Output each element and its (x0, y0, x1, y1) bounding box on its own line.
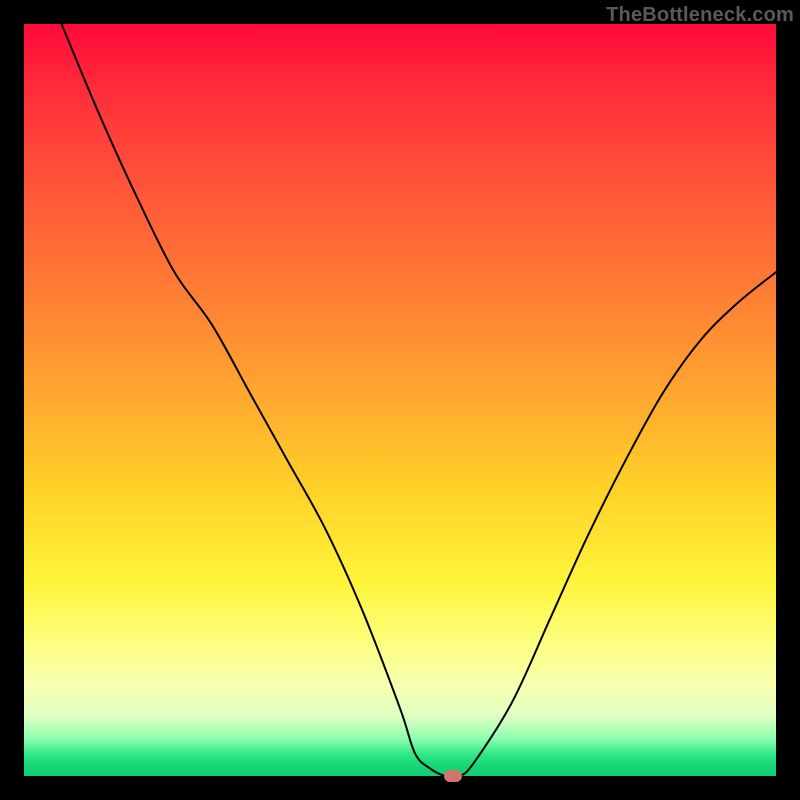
watermark-text: TheBottleneck.com (606, 4, 794, 27)
minimum-marker (444, 770, 462, 782)
chart-stage: TheBottleneck.com (0, 0, 800, 800)
plot-area (24, 24, 776, 776)
